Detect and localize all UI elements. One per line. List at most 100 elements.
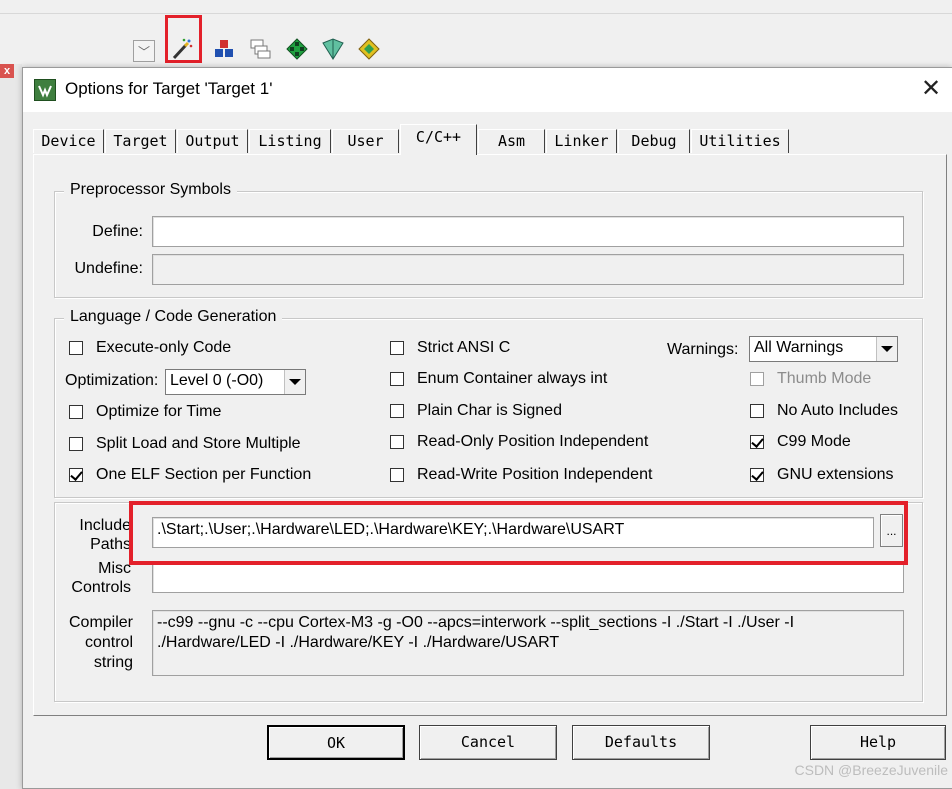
- strict-ansi-box: [390, 341, 404, 355]
- execute-only-box: [69, 341, 83, 355]
- undefine-input[interactable]: [152, 254, 904, 285]
- close-button[interactable]: ✕: [917, 76, 945, 104]
- split-load-checkbox[interactable]: Split Load and Store Multiple: [69, 433, 301, 455]
- watermark: CSDN @BreezeJuvenile: [794, 762, 949, 778]
- one-elf-label: One ELF Section per Function: [96, 466, 312, 483]
- c99-mode-box: [750, 435, 764, 449]
- ro-position-box: [390, 435, 404, 449]
- pack-installer-button[interactable]: [355, 35, 383, 63]
- define-label: Define:: [92, 223, 143, 240]
- enum-container-checkbox[interactable]: Enum Container always int: [390, 368, 607, 390]
- compiler-string-label-line1: Compiler: [68, 614, 133, 631]
- defaults-button[interactable]: Defaults: [572, 725, 710, 760]
- warnings-select[interactable]: All Warnings: [749, 336, 898, 362]
- one-elf-box: [69, 468, 83, 482]
- optimize-time-box: [69, 405, 83, 419]
- tab-debug[interactable]: Debug: [618, 129, 690, 153]
- chevron-down-icon[interactable]: [284, 370, 305, 394]
- manage-components-button[interactable]: [210, 35, 238, 63]
- panel-close-button[interactable]: x: [0, 64, 14, 78]
- chevron-down-icon[interactable]: [876, 337, 897, 361]
- split-load-label: Split Load and Store Multiple: [96, 435, 301, 452]
- plain-char-label: Plain Char is Signed: [417, 402, 562, 419]
- gnu-extensions-label: GNU extensions: [777, 466, 894, 483]
- ro-position-checkbox[interactable]: Read-Only Position Independent: [390, 431, 648, 453]
- gnu-extensions-checkbox[interactable]: GNU extensions: [750, 464, 894, 486]
- gnu-extensions-box: [750, 468, 764, 482]
- rw-position-checkbox[interactable]: Read-Write Position Independent: [390, 464, 652, 486]
- top-toolbar-strip: [0, 0, 952, 14]
- compiler-control-string: --c99 --gnu -c --cpu Cortex-M3 -g -O0 --…: [152, 610, 904, 676]
- no-auto-includes-box: [750, 404, 764, 418]
- optimization-label: Optimization:: [65, 372, 159, 389]
- green-diamond-icon: [286, 38, 308, 60]
- manage-components-icon: [215, 40, 233, 57]
- tab-linker[interactable]: Linker: [546, 129, 617, 153]
- one-elf-checkbox[interactable]: One ELF Section per Function: [69, 464, 311, 486]
- project-panel-edge: [0, 64, 22, 789]
- tab-user[interactable]: User: [332, 129, 399, 153]
- warnings-value: All Warnings: [754, 339, 844, 356]
- tab-utilities[interactable]: Utilities: [691, 129, 789, 153]
- rw-position-box: [390, 468, 404, 482]
- optimization-value: Level 0 (-O0): [170, 372, 264, 389]
- execute-only-label: Execute-only Code: [96, 339, 232, 356]
- strict-ansi-label: Strict ANSI C: [417, 339, 511, 356]
- build-toolbar: ﹀: [0, 14, 952, 64]
- no-auto-includes-label: No Auto Includes: [777, 402, 898, 419]
- enum-container-box: [390, 372, 404, 386]
- cancel-button[interactable]: Cancel: [419, 725, 557, 760]
- dialog-titlebar: Options for Target 'Target 1' ✕: [23, 68, 952, 112]
- undefine-label: Undefine:: [74, 260, 144, 277]
- misc-controls-label-line1: Misc: [98, 560, 131, 577]
- optimization-select[interactable]: Level 0 (-O0): [165, 369, 306, 395]
- include-paths-browse-button[interactable]: ...: [880, 514, 903, 547]
- select-packs-icon: [322, 38, 344, 60]
- codegen-group-title: Language / Code Generation: [64, 308, 283, 326]
- misc-controls-label: Misc Controls: [63, 559, 131, 597]
- include-paths-label-line2: Paths: [90, 536, 131, 553]
- plain-char-checkbox[interactable]: Plain Char is Signed: [390, 400, 562, 422]
- plain-char-box: [390, 404, 404, 418]
- execute-only-checkbox[interactable]: Execute-only Code: [69, 337, 231, 359]
- include-paths-input[interactable]: .\Start;.\User;.\Hardware\LED;.\Hardware…: [152, 517, 874, 548]
- no-auto-includes-checkbox[interactable]: No Auto Includes: [750, 400, 898, 422]
- compiler-string-label-line3: string: [93, 654, 133, 671]
- tab-asm[interactable]: Asm: [478, 129, 545, 153]
- compiler-string-label-line2: control: [84, 634, 133, 651]
- misc-controls-label-line2: Controls: [71, 579, 131, 596]
- pack-installer-icon: [358, 38, 380, 60]
- thumb-mode-label: Thumb Mode: [777, 370, 872, 387]
- select-packs-button[interactable]: [319, 35, 347, 63]
- tab-target[interactable]: Target: [105, 129, 176, 153]
- optimize-time-checkbox[interactable]: Optimize for Time: [69, 401, 221, 423]
- ro-position-label: Read-Only Position Independent: [417, 433, 649, 450]
- thumb-mode-box: [750, 372, 764, 386]
- tab-output[interactable]: Output: [177, 129, 248, 153]
- help-button[interactable]: Help: [810, 725, 946, 760]
- rw-position-label: Read-Write Position Independent: [417, 466, 653, 483]
- include-paths-label-line1: Include: [79, 517, 131, 534]
- strict-ansi-checkbox[interactable]: Strict ANSI C: [390, 337, 510, 359]
- copy-files-button[interactable]: [246, 35, 274, 63]
- tab-listing[interactable]: Listing: [249, 129, 331, 153]
- thumb-mode-checkbox: Thumb Mode: [750, 368, 871, 390]
- toolbar-highlight-box: [165, 15, 202, 63]
- green-diamond-button[interactable]: [283, 35, 311, 63]
- keil-app-icon: [34, 79, 56, 101]
- target-dropdown-button[interactable]: ﹀: [133, 40, 155, 62]
- enum-container-label: Enum Container always int: [417, 370, 608, 387]
- copy-files-icon: [250, 39, 271, 59]
- ok-button[interactable]: OK: [267, 725, 405, 760]
- include-paths-label: Include Paths: [63, 516, 131, 554]
- tab-device[interactable]: Device: [33, 129, 104, 153]
- optimize-time-label: Optimize for Time: [96, 403, 222, 420]
- define-input[interactable]: [152, 216, 904, 247]
- dialog-title: Options for Target 'Target 1': [65, 79, 273, 98]
- preprocessor-group-title: Preprocessor Symbols: [64, 181, 237, 199]
- misc-controls-input[interactable]: [152, 563, 904, 593]
- c99-mode-label: C99 Mode: [777, 433, 851, 450]
- c99-mode-checkbox[interactable]: C99 Mode: [750, 431, 851, 453]
- tab-cc[interactable]: C/C++: [400, 124, 477, 155]
- options-dialog: Options for Target 'Target 1' ✕ Device T…: [22, 67, 952, 789]
